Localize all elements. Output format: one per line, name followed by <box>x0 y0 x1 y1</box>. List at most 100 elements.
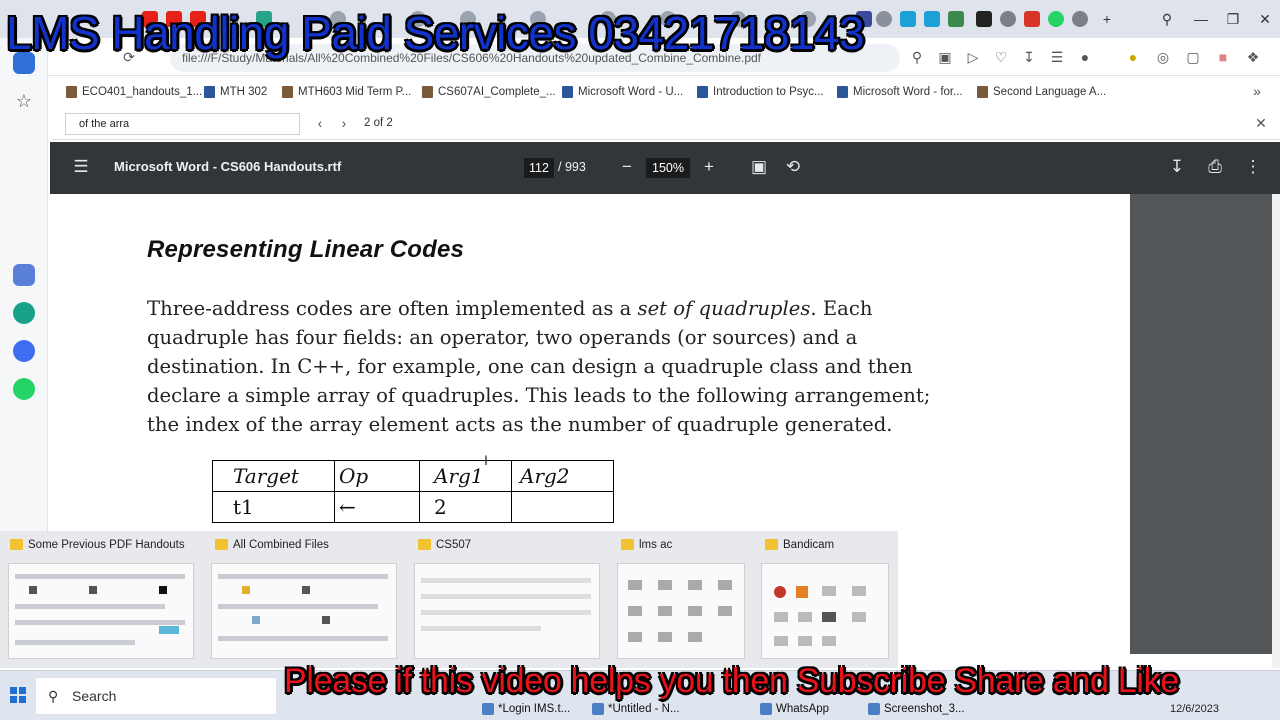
menu-list-icon[interactable]: ☰ <box>1048 48 1066 66</box>
taskbar-search-box[interactable]: ⚲ Search <box>36 678 276 714</box>
sidebar-messenger-icon[interactable] <box>13 340 35 362</box>
emphasized-term: set of quadruples <box>637 297 811 320</box>
thumbnail-window[interactable]: CS507 <box>406 531 609 668</box>
find-close-icon[interactable]: ✕ <box>1252 114 1270 132</box>
find-next-icon[interactable]: › <box>335 114 353 132</box>
tab-favicon-icon[interactable] <box>1000 11 1016 27</box>
bookmark-item[interactable]: MTH 302 <box>202 84 267 100</box>
tab-favicon-whatsapp-icon[interactable] <box>1048 11 1064 27</box>
thumbnail-window[interactable]: Some Previous PDF Handouts <box>0 531 203 668</box>
find-result-count: 2 of 2 <box>364 117 393 129</box>
minimize-icon[interactable]: — <box>1190 8 1212 30</box>
download-icon[interactable]: ↧ <box>1020 48 1038 66</box>
thumbnail-label: All Combined Files <box>215 537 329 553</box>
extension-yellow-icon[interactable]: ● <box>1124 48 1142 66</box>
pdf-more-options-icon[interactable]: ⋮ <box>1242 156 1264 178</box>
thumbnail-window[interactable]: All Combined Files <box>203 531 406 668</box>
page-scrollbar[interactable] <box>1272 194 1280 668</box>
table-header-cell: Arg1 <box>419 460 512 492</box>
pdf-toolbar: ☰ Microsoft Word - CS606 Handouts.rtf 11… <box>50 142 1280 194</box>
bookmark-item[interactable]: CS607AI_Complete_... <box>420 84 556 100</box>
table-cell: ← <box>334 491 420 523</box>
overlay-banner-top: LMS Handling Paid Services 03421718143 <box>6 7 865 59</box>
tab-favicon-pdf-icon[interactable] <box>1024 11 1040 27</box>
thumbnail-preview <box>761 563 889 659</box>
close-window-icon[interactable]: ✕ <box>1254 8 1276 30</box>
new-tab-icon[interactable]: + <box>1096 8 1118 30</box>
find-input[interactable]: of the arra <box>65 113 300 135</box>
paragraph-text: Three-address codes are often implemente… <box>147 297 638 320</box>
zoom-in-icon[interactable]: + <box>698 156 720 178</box>
tab-favicon-icon[interactable] <box>876 11 892 27</box>
zoom-lens-icon[interactable]: ⚲ <box>908 48 926 66</box>
taskbar-app-button[interactable]: *Untitled - N... <box>592 698 680 720</box>
zoom-level-input[interactable]: 150% <box>646 158 690 178</box>
taskbar-app-button[interactable]: Screenshot_3... <box>868 698 965 720</box>
sidebar-app-icon[interactable] <box>13 264 35 286</box>
quadruple-table: Target Op Arg1 Arg2 t1 ← 2 <box>212 460 614 523</box>
thumbnail-window[interactable]: lms ac <box>609 531 753 668</box>
find-previous-icon[interactable]: ‹ <box>311 114 329 132</box>
thumbnail-preview <box>211 563 397 659</box>
taskbar-app-button[interactable]: *Login IMS.t... <box>482 698 570 720</box>
bookmark-item[interactable]: ECO401_handouts_1... <box>64 84 202 100</box>
bookmark-item[interactable]: Second Language A... <box>975 84 1106 100</box>
thumbnail-label: CS507 <box>418 537 471 553</box>
pdf-menu-icon[interactable]: ☰ <box>70 156 92 178</box>
tab-favicon-icon[interactable] <box>948 11 964 27</box>
table-header-cell: Arg2 <box>511 460 614 492</box>
page-number-input[interactable]: 112 <box>524 158 554 178</box>
rotate-icon[interactable]: ⟲ <box>782 156 804 178</box>
start-windows-icon[interactable] <box>10 687 26 703</box>
thumbnail-label: Some Previous PDF Handouts <box>10 537 185 553</box>
thumbnail-preview <box>8 563 194 659</box>
thumbnail-preview <box>617 563 745 659</box>
table-header-cell: Op <box>334 460 420 492</box>
table-header-row: Target Op Arg1 Arg2 <box>212 460 614 492</box>
fit-page-icon[interactable]: ▣ <box>748 156 770 178</box>
bookmark-item[interactable]: Microsoft Word - for... <box>835 84 963 100</box>
extension-red-icon[interactable]: ■ <box>1214 48 1232 66</box>
bookmarks-bar: ECO401_handouts_1... MTH 302 MTH603 Mid … <box>52 78 1280 106</box>
play-icon[interactable]: ▷ <box>964 48 982 66</box>
section-heading: Representing Linear Codes <box>147 236 465 263</box>
tab-favicon-icon[interactable] <box>924 11 940 27</box>
table-cell: 2 <box>419 491 512 523</box>
profile-icon[interactable]: ● <box>1076 48 1094 66</box>
tab-favicon-icon[interactable] <box>900 11 916 27</box>
taskbar-thumbnail-popup: Some Previous PDF Handouts All Combined … <box>0 531 898 668</box>
thumbnail-window[interactable]: Bandicam <box>753 531 898 668</box>
thumbnail-label: lms ac <box>621 537 672 553</box>
sidebar-whatsapp-icon[interactable] <box>13 378 35 400</box>
bookmark-item[interactable]: Microsoft Word - U... <box>560 84 683 100</box>
pdf-print-icon[interactable]: ⎙ <box>1204 156 1226 178</box>
search-tabs-icon[interactable]: ⚲ <box>1156 8 1178 30</box>
globe-icon[interactable]: ◎ <box>1154 48 1172 66</box>
tab-favicon-icon[interactable] <box>1072 11 1088 27</box>
pdf-viewer-gutter <box>1130 194 1272 654</box>
thumbnail-label: Bandicam <box>765 537 834 553</box>
tab-favicon-amazon-icon[interactable] <box>976 11 992 27</box>
table-cell <box>511 491 614 523</box>
taskbar-whatsapp-button[interactable]: WhatsApp <box>760 698 829 720</box>
table-cell: t1 <box>212 491 335 523</box>
zoom-out-icon[interactable]: − <box>616 156 638 178</box>
sidebar-favorites-star-icon[interactable]: ☆ <box>13 90 35 112</box>
find-bar: of the arra ‹ › 2 of 2 ✕ <box>52 108 1280 140</box>
taskbar-date[interactable]: 12/6/2023 <box>1170 703 1219 715</box>
taskbar-search-label: Search <box>72 688 117 704</box>
pdf-title: Microsoft Word - CS606 Handouts.rtf <box>114 159 342 174</box>
page-total: / 993 <box>558 160 586 174</box>
restore-icon[interactable]: ❐ <box>1222 8 1244 30</box>
favorite-heart-icon[interactable]: ♡ <box>992 48 1010 66</box>
bookmark-item[interactable]: Introduction to Psyc... <box>695 84 824 100</box>
camera-icon[interactable]: ▣ <box>936 48 954 66</box>
sidebar-chatgpt-icon[interactable] <box>13 302 35 324</box>
bookmark-item[interactable]: MTH603 Mid Term P... <box>280 84 411 100</box>
extensions-puzzle-icon[interactable]: ❖ <box>1244 48 1262 66</box>
search-icon: ⚲ <box>48 688 59 704</box>
pdf-download-icon[interactable]: ↧ <box>1166 156 1188 178</box>
extension-icon[interactable]: ▢ <box>1184 48 1202 66</box>
table-header-cell: Target <box>212 460 335 492</box>
bookmarks-overflow-icon[interactable]: » <box>1248 82 1266 100</box>
